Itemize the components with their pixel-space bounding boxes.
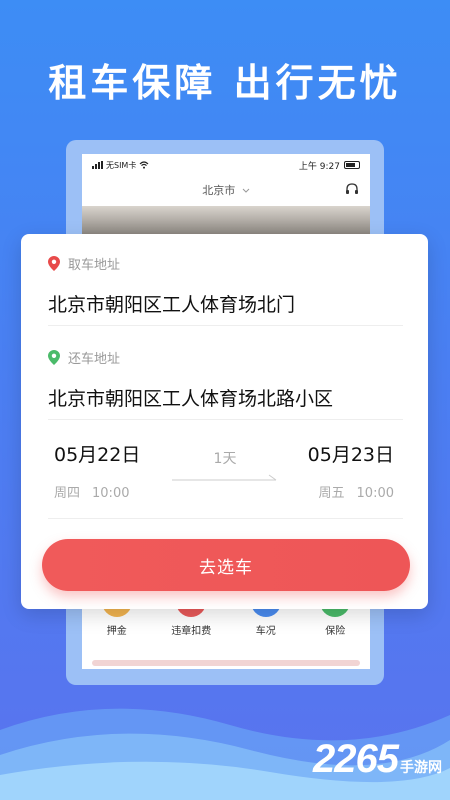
signal-icon	[92, 161, 103, 169]
end-weekday: 周五	[318, 486, 345, 501]
start-date: 05月22日	[54, 444, 141, 466]
date-selector[interactable]: 05月22日 周四 10:00 1天 05月23日 周五 10:00	[54, 440, 394, 510]
divider	[48, 419, 403, 420]
news-ticker[interactable]	[92, 660, 360, 666]
carrier-text: 无SIM卡	[106, 160, 137, 170]
status-time: 上午 9:27	[298, 161, 340, 172]
service-label: 车况	[255, 626, 276, 637]
headset-icon[interactable]	[344, 182, 360, 198]
watermark-text: 手游网	[400, 759, 442, 775]
promo-headline: 租车保障 出行无忧	[48, 61, 402, 105]
pickup-address[interactable]: 北京市朝阳区工人体育场北门	[48, 290, 403, 317]
end-time: 10:00	[356, 486, 394, 501]
chevron-down-icon	[242, 188, 250, 193]
return-label: 还车地址	[68, 352, 121, 367]
pickup-field[interactable]: 取车地址 北京市朝阳区工人体育场北门	[48, 254, 403, 317]
pickup-label: 取车地址	[68, 258, 121, 273]
location-pin-icon	[48, 350, 60, 365]
watermark-number: 2265	[313, 737, 399, 781]
app-header: 北京市	[82, 176, 370, 204]
rental-duration: 1天	[213, 451, 237, 467]
city-label: 北京市	[202, 184, 236, 197]
status-bar: 无SIM卡 上午 9:27	[82, 154, 370, 176]
pickup-date[interactable]: 05月22日 周四 10:00	[54, 440, 140, 501]
arrow-icon	[172, 474, 277, 481]
booking-card: 取车地址 北京市朝阳区工人体育场北门 还车地址 北京市朝阳区工人体育场北路小区 …	[21, 234, 428, 609]
service-label: 押金	[106, 626, 127, 637]
return-field[interactable]: 还车地址 北京市朝阳区工人体育场北路小区	[48, 348, 403, 411]
service-label: 保险	[325, 626, 346, 637]
service-label: 违章扣费	[171, 626, 212, 637]
city-selector[interactable]: 北京市	[202, 182, 250, 198]
battery-icon	[344, 161, 360, 169]
choose-car-button[interactable]: 去选车	[42, 539, 410, 591]
start-time: 10:00	[92, 486, 130, 501]
watermark-logo: 2265 手游网	[313, 737, 442, 782]
wifi-icon	[139, 161, 149, 169]
divider	[48, 325, 403, 326]
start-weekday: 周四	[54, 486, 81, 501]
return-address[interactable]: 北京市朝阳区工人体育场北路小区	[48, 384, 403, 411]
divider	[48, 518, 403, 519]
end-date: 05月23日	[307, 444, 394, 466]
location-pin-icon	[48, 256, 60, 271]
return-date[interactable]: 05月23日 周五 10:00	[308, 440, 394, 501]
